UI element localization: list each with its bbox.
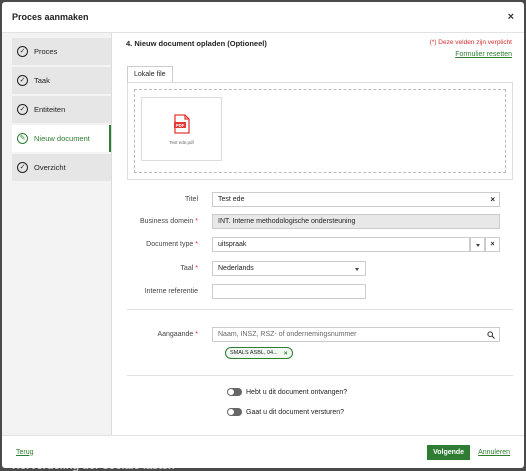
pencil-circle-icon: ✎	[17, 133, 28, 144]
field-row-titel: Titel Test ede ×	[127, 192, 513, 207]
document-type-clear-button[interactable]: ×	[485, 237, 500, 252]
business-domein-field: INT. Interne methodologische ondersteuni…	[212, 214, 500, 229]
chip-label: SMALS ASBL, 04...	[230, 350, 278, 356]
toggle-label: Hebt u dit document ontvangen?	[246, 388, 348, 396]
aangaande-label: Aangaande *	[157, 331, 198, 338]
chevron-down-icon	[355, 268, 359, 271]
upload-panel: PDF Test ede.pdf	[127, 82, 513, 180]
titel-label: Titel	[185, 196, 198, 203]
field-row-document-type: Document type * uitspraak ×	[127, 237, 513, 252]
modal-footer: Terug Volgende Annuleren	[2, 435, 524, 468]
step-taak[interactable]: ✓ Taak	[12, 67, 111, 94]
aangaande-placeholder: Naam, INSZ, RSZ- of ondernemingsnummer	[218, 331, 357, 338]
pdf-badge-label: PDF	[175, 122, 184, 127]
step-label: Taak	[34, 76, 50, 85]
divider	[127, 375, 513, 376]
toggle-received: Hebt u dit document ontvangen?	[227, 388, 347, 396]
close-icon[interactable]: ×	[508, 11, 514, 23]
document-type-label: Document type *	[146, 241, 198, 248]
check-circle-icon: ✓	[17, 75, 28, 86]
step-content: 4. Nieuw document opladen (Optioneel) (*…	[112, 33, 524, 435]
business-domein-label: Business domein *	[139, 218, 198, 225]
step-label: Nieuw document	[34, 134, 90, 143]
cancel-link[interactable]: Annuleren	[478, 449, 510, 456]
step-label: Overzicht	[34, 163, 66, 172]
file-name: Test ede.pdf	[169, 139, 194, 145]
clear-icon: ×	[490, 241, 495, 248]
field-row-taal: Taal * Nederlands	[127, 261, 513, 276]
titel-input[interactable]: Test ede ×	[212, 192, 500, 207]
step-proces[interactable]: ✓ Proces	[12, 38, 111, 65]
check-circle-icon: ✓	[17, 162, 28, 173]
check-circle-icon: ✓	[17, 46, 28, 57]
tab-local-file[interactable]: Lokale file	[127, 66, 173, 82]
remove-chip-icon[interactable]: ×	[284, 350, 288, 357]
reset-form-link[interactable]: Formulier resetten	[455, 51, 512, 58]
field-row-business-domein: Business domein * INT. Interne methodolog…	[127, 214, 513, 229]
pdf-file-icon: PDF	[173, 113, 190, 134]
field-row-interne-referentie: Interne referentie	[127, 284, 513, 299]
modal-title: Proces aanmaken	[12, 12, 89, 22]
section-title: 4. Nieuw document opladen (Optioneel)	[126, 39, 267, 48]
toggle-switch-received[interactable]	[227, 388, 242, 396]
interne-referentie-input[interactable]	[212, 284, 366, 299]
document-type-value: uitspraak	[218, 241, 247, 248]
create-process-modal: Proces aanmaken × ✓ Proces ✓ Taak ✓ Enti…	[2, 2, 524, 468]
search-icon[interactable]	[487, 331, 495, 339]
divider	[127, 309, 513, 310]
back-link[interactable]: Terug	[16, 449, 34, 456]
step-nieuw-document[interactable]: ✎ Nieuw document	[12, 125, 111, 152]
document-type-dropdown-button[interactable]	[470, 237, 485, 252]
selected-entity-chip: SMALS ASBL, 04... ×	[225, 347, 293, 359]
modal-body: ✓ Proces ✓ Taak ✓ Entiteiten ✎ Nieuw doc…	[2, 33, 524, 435]
business-domein-value: INT. Interne methodologische ondersteuni…	[218, 218, 356, 225]
step-label: Entiteiten	[34, 105, 66, 114]
field-row-aangaande: Aangaande * Naam, INSZ, RSZ- of ondernemi…	[127, 327, 513, 342]
step-overzicht[interactable]: ✓ Overzicht	[12, 154, 111, 181]
uploaded-file-card[interactable]: PDF Test ede.pdf	[141, 97, 222, 161]
taal-value: Nederlands	[218, 265, 254, 272]
file-dropzone[interactable]: PDF Test ede.pdf	[134, 89, 506, 173]
clear-icon[interactable]: ×	[490, 195, 495, 204]
titel-value: Test ede	[218, 196, 245, 203]
modal-header: Proces aanmaken ×	[2, 2, 524, 33]
wizard-steps: ✓ Proces ✓ Taak ✓ Entiteiten ✎ Nieuw doc…	[2, 33, 112, 435]
check-circle-icon: ✓	[17, 104, 28, 115]
chevron-down-icon	[476, 244, 480, 247]
toggle-label: Gaat u dit document versturen?	[246, 408, 345, 416]
toggle-send: Gaat u dit document versturen?	[227, 408, 344, 416]
step-entiteiten[interactable]: ✓ Entiteiten	[12, 96, 111, 123]
step-label: Proces	[34, 47, 58, 56]
taal-label: Taal *	[180, 265, 198, 272]
aangaande-search-input[interactable]: Naam, INSZ, RSZ- of ondernemingsnummer	[212, 327, 500, 342]
next-button[interactable]: Volgende	[427, 444, 471, 460]
toggle-switch-send[interactable]	[227, 408, 242, 416]
required-note: (*) Deze velden zijn verplicht	[429, 39, 512, 46]
document-type-select[interactable]: uitspraak	[212, 237, 470, 252]
taal-select[interactable]: Nederlands	[212, 261, 366, 276]
interne-referentie-label: Interne referentie	[144, 288, 198, 295]
